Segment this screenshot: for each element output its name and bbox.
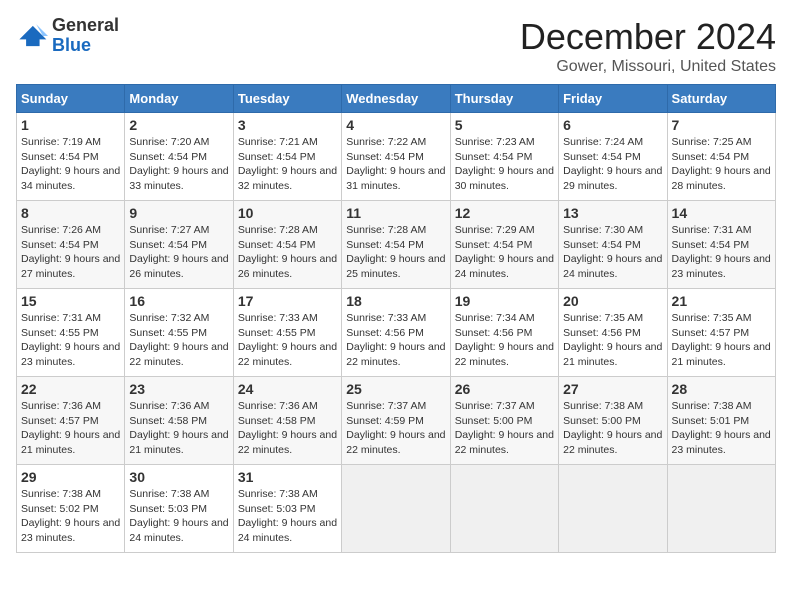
table-row: 5Sunrise: 7:23 AMSunset: 4:54 PMDaylight… [450,113,558,201]
table-row: 6Sunrise: 7:24 AMSunset: 4:54 PMDaylight… [559,113,667,201]
col-friday: Friday [559,85,667,113]
title-area: December 2024 Gower, Missouri, United St… [520,16,776,76]
table-row: 19Sunrise: 7:34 AMSunset: 4:56 PMDayligh… [450,289,558,377]
table-row: 17Sunrise: 7:33 AMSunset: 4:55 PMDayligh… [233,289,341,377]
calendar-week-row: 22Sunrise: 7:36 AMSunset: 4:57 PMDayligh… [17,377,776,465]
table-row: 27Sunrise: 7:38 AMSunset: 5:00 PMDayligh… [559,377,667,465]
calendar-week-row: 15Sunrise: 7:31 AMSunset: 4:55 PMDayligh… [17,289,776,377]
table-row: 13Sunrise: 7:30 AMSunset: 4:54 PMDayligh… [559,201,667,289]
col-wednesday: Wednesday [342,85,450,113]
table-row: 1Sunrise: 7:19 AMSunset: 4:54 PMDaylight… [17,113,125,201]
calendar: Sunday Monday Tuesday Wednesday Thursday… [16,84,776,553]
table-row: 16Sunrise: 7:32 AMSunset: 4:55 PMDayligh… [125,289,233,377]
logo-general: General [52,16,119,36]
month-title: December 2024 [520,16,776,58]
table-row: 20Sunrise: 7:35 AMSunset: 4:56 PMDayligh… [559,289,667,377]
header: General Blue December 2024 Gower, Missou… [16,16,776,76]
logo-blue: Blue [52,36,119,56]
table-row: 21Sunrise: 7:35 AMSunset: 4:57 PMDayligh… [667,289,775,377]
logo-icon [16,22,48,50]
col-tuesday: Tuesday [233,85,341,113]
table-row: 15Sunrise: 7:31 AMSunset: 4:55 PMDayligh… [17,289,125,377]
table-row: 3Sunrise: 7:21 AMSunset: 4:54 PMDaylight… [233,113,341,201]
table-row: 8Sunrise: 7:26 AMSunset: 4:54 PMDaylight… [17,201,125,289]
col-thursday: Thursday [450,85,558,113]
calendar-week-row: 1Sunrise: 7:19 AMSunset: 4:54 PMDaylight… [17,113,776,201]
table-row [450,465,558,553]
table-row: 14Sunrise: 7:31 AMSunset: 4:54 PMDayligh… [667,201,775,289]
calendar-header-row: Sunday Monday Tuesday Wednesday Thursday… [17,85,776,113]
table-row: 12Sunrise: 7:29 AMSunset: 4:54 PMDayligh… [450,201,558,289]
col-monday: Monday [125,85,233,113]
table-row: 9Sunrise: 7:27 AMSunset: 4:54 PMDaylight… [125,201,233,289]
calendar-week-row: 8Sunrise: 7:26 AMSunset: 4:54 PMDaylight… [17,201,776,289]
location: Gower, Missouri, United States [520,58,776,76]
table-row: 25Sunrise: 7:37 AMSunset: 4:59 PMDayligh… [342,377,450,465]
table-row: 31Sunrise: 7:38 AMSunset: 5:03 PMDayligh… [233,465,341,553]
col-saturday: Saturday [667,85,775,113]
table-row: 4Sunrise: 7:22 AMSunset: 4:54 PMDaylight… [342,113,450,201]
table-row: 28Sunrise: 7:38 AMSunset: 5:01 PMDayligh… [667,377,775,465]
table-row: 22Sunrise: 7:36 AMSunset: 4:57 PMDayligh… [17,377,125,465]
table-row: 2Sunrise: 7:20 AMSunset: 4:54 PMDaylight… [125,113,233,201]
table-row: 29Sunrise: 7:38 AMSunset: 5:02 PMDayligh… [17,465,125,553]
table-row [559,465,667,553]
logo: General Blue [16,16,119,56]
logo-text: General Blue [52,16,119,56]
calendar-week-row: 29Sunrise: 7:38 AMSunset: 5:02 PMDayligh… [17,465,776,553]
table-row: 23Sunrise: 7:36 AMSunset: 4:58 PMDayligh… [125,377,233,465]
table-row: 18Sunrise: 7:33 AMSunset: 4:56 PMDayligh… [342,289,450,377]
table-row [342,465,450,553]
col-sunday: Sunday [17,85,125,113]
table-row: 26Sunrise: 7:37 AMSunset: 5:00 PMDayligh… [450,377,558,465]
table-row [667,465,775,553]
table-row: 24Sunrise: 7:36 AMSunset: 4:58 PMDayligh… [233,377,341,465]
table-row: 30Sunrise: 7:38 AMSunset: 5:03 PMDayligh… [125,465,233,553]
table-row: 7Sunrise: 7:25 AMSunset: 4:54 PMDaylight… [667,113,775,201]
table-row: 11Sunrise: 7:28 AMSunset: 4:54 PMDayligh… [342,201,450,289]
table-row: 10Sunrise: 7:28 AMSunset: 4:54 PMDayligh… [233,201,341,289]
